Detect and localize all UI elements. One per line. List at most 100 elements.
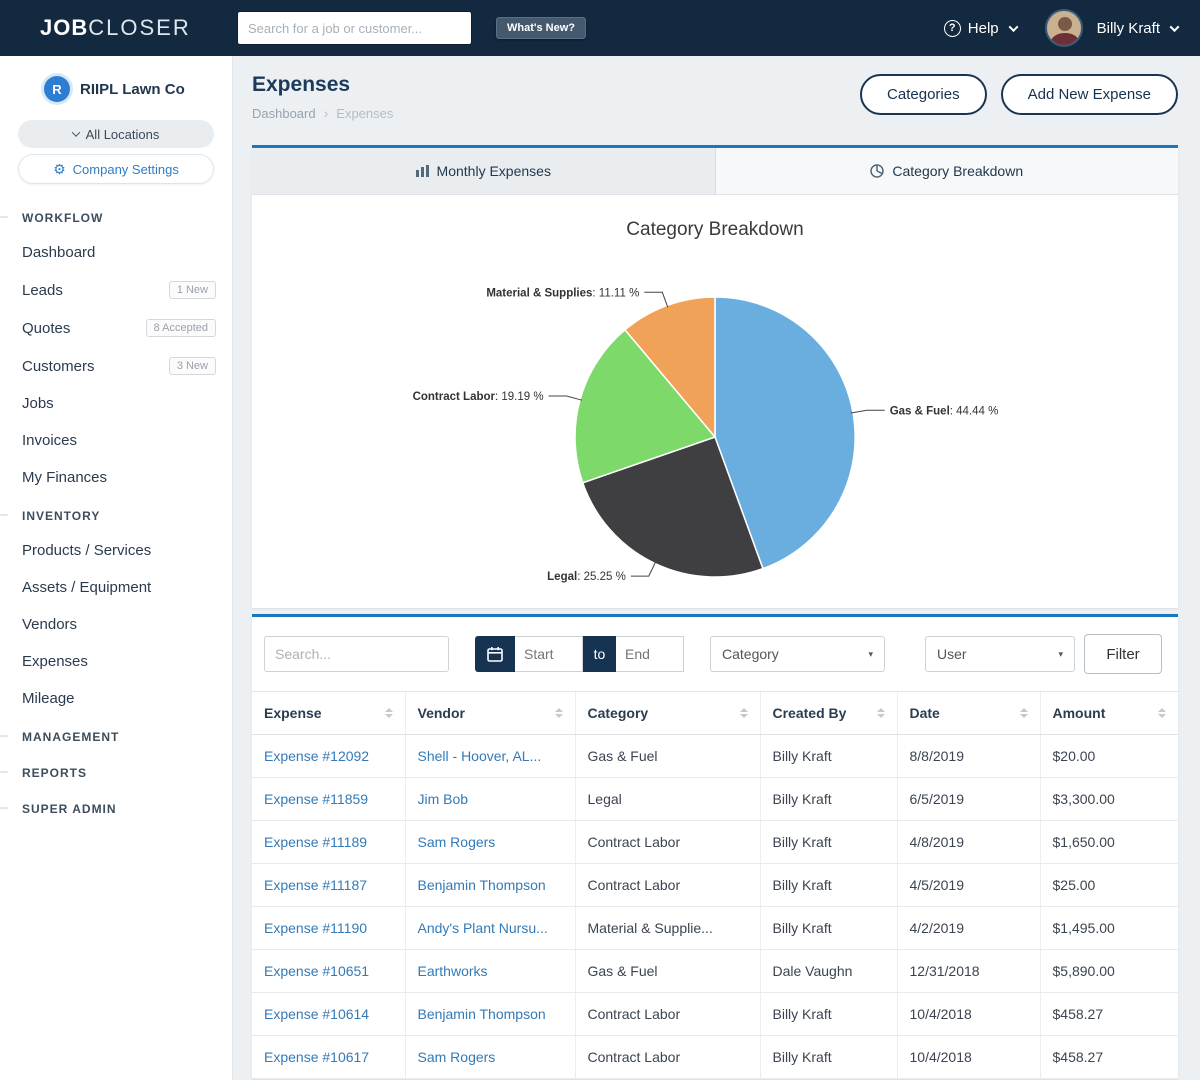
calendar-button[interactable] bbox=[475, 636, 515, 672]
expense-link[interactable]: Expense #11190 bbox=[264, 920, 367, 936]
tab-label: Category Breakdown bbox=[892, 163, 1023, 179]
sidebar-item-label: My Finances bbox=[22, 469, 107, 486]
cell-vendor: Benjamin Thompson bbox=[405, 993, 575, 1036]
expense-link[interactable]: Expense #12092 bbox=[264, 748, 369, 764]
cell-category: Material & Supplie... bbox=[575, 907, 760, 950]
pie-label-gas-fuel: Gas & Fuel: 44.44 % bbox=[890, 405, 999, 417]
expense-link[interactable]: Expense #10617 bbox=[264, 1049, 369, 1065]
column-header-date[interactable]: Date bbox=[897, 692, 1040, 735]
sidebar-item-dashboard[interactable]: Dashboard bbox=[0, 234, 232, 271]
vendor-link[interactable]: Earthworks bbox=[418, 963, 488, 979]
cell-expense: Expense #11190 bbox=[252, 907, 405, 950]
expense-link[interactable]: Expense #10614 bbox=[264, 1006, 369, 1022]
tab-monthly-expenses[interactable]: Monthly Expenses bbox=[252, 148, 716, 194]
cell-created_by: Dale Vaughn bbox=[760, 950, 897, 993]
user-name: Billy Kraft bbox=[1097, 20, 1160, 37]
cell-created_by: Billy Kraft bbox=[760, 778, 897, 821]
table-row: Expense #10651EarthworksGas & FuelDale V… bbox=[252, 950, 1178, 993]
start-date-input[interactable] bbox=[515, 636, 583, 672]
app-logo[interactable]: JOBCLOSER bbox=[40, 15, 191, 41]
cell-category: Contract Labor bbox=[575, 821, 760, 864]
cell-amount: $458.27 bbox=[1040, 1036, 1178, 1079]
column-header-amount[interactable]: Amount bbox=[1040, 692, 1178, 735]
vendor-link[interactable]: Sam Rogers bbox=[418, 1049, 496, 1065]
help-menu[interactable]: ? Help bbox=[944, 20, 1017, 37]
sidebar-item-badge: 3 New bbox=[169, 357, 216, 375]
cell-category: Contract Labor bbox=[575, 864, 760, 907]
locations-dropdown[interactable]: All Locations bbox=[18, 120, 214, 148]
vendor-link[interactable]: Sam Rogers bbox=[418, 834, 496, 850]
cell-date: 12/31/2018 bbox=[897, 950, 1040, 993]
tab-category-breakdown[interactable]: Category Breakdown bbox=[716, 148, 1179, 194]
vendor-link[interactable]: Andy's Plant Nursu... bbox=[418, 920, 548, 936]
cell-created_by: Billy Kraft bbox=[760, 993, 897, 1036]
sidebar-item-quotes[interactable]: Quotes8 Accepted bbox=[0, 309, 232, 347]
sidebar: R RIIPL Lawn Co All Locations ⚙ Company … bbox=[0, 56, 233, 1080]
vendor-link[interactable]: Benjamin Thompson bbox=[418, 1006, 546, 1022]
user-select[interactable]: User ▾ bbox=[925, 636, 1075, 672]
category-select[interactable]: Category ▾ bbox=[710, 636, 885, 672]
column-label: Date bbox=[910, 705, 940, 721]
category-select-value: Category bbox=[722, 646, 779, 662]
breadcrumb-dashboard[interactable]: Dashboard bbox=[252, 106, 316, 121]
company-avatar: R bbox=[44, 76, 70, 102]
sidebar-item-my-finances[interactable]: My Finances bbox=[0, 459, 232, 496]
column-header-category[interactable]: Category bbox=[575, 692, 760, 735]
sidebar-section-reports[interactable]: REPORTS bbox=[0, 753, 232, 789]
sidebar-item-expenses[interactable]: Expenses bbox=[0, 643, 232, 680]
sidebar-item-vendors[interactable]: Vendors bbox=[0, 606, 232, 643]
cell-amount: $1,495.00 bbox=[1040, 907, 1178, 950]
sidebar-item-leads[interactable]: Leads1 New bbox=[0, 271, 232, 309]
vendor-link[interactable]: Jim Bob bbox=[418, 791, 469, 807]
sidebar-item-label: Quotes bbox=[22, 320, 70, 337]
company-settings-button[interactable]: ⚙ Company Settings bbox=[18, 154, 214, 184]
sidebar-item-customers[interactable]: Customers3 New bbox=[0, 347, 232, 385]
pie-label-legal: Legal: 25.25 % bbox=[547, 571, 626, 583]
sort-icon bbox=[877, 708, 885, 718]
sort-icon bbox=[555, 708, 563, 718]
column-header-created-by[interactable]: Created By bbox=[760, 692, 897, 735]
expense-link[interactable]: Expense #10651 bbox=[264, 963, 369, 979]
sidebar-item-assets-equipment[interactable]: Assets / Equipment bbox=[0, 569, 232, 606]
categories-button[interactable]: Categories bbox=[860, 74, 987, 115]
cell-expense: Expense #10651 bbox=[252, 950, 405, 993]
cell-created_by: Billy Kraft bbox=[760, 907, 897, 950]
sidebar-item-label: Products / Services bbox=[22, 542, 151, 559]
user-menu[interactable]: Billy Kraft bbox=[1097, 20, 1178, 37]
vendor-link[interactable]: Shell - Hoover, AL... bbox=[418, 748, 542, 764]
help-icon: ? bbox=[944, 20, 961, 37]
sidebar-item-mileage[interactable]: Mileage bbox=[0, 680, 232, 717]
sidebar-item-label: Leads bbox=[22, 282, 63, 299]
cell-date: 10/4/2018 bbox=[897, 1036, 1040, 1079]
vendor-link[interactable]: Benjamin Thompson bbox=[418, 877, 546, 893]
locations-label: All Locations bbox=[86, 127, 160, 142]
sidebar-item-label: Invoices bbox=[22, 432, 77, 449]
sidebar-section-inventory[interactable]: INVENTORY bbox=[0, 496, 232, 532]
date-to-label: to bbox=[583, 636, 616, 672]
user-avatar[interactable] bbox=[1045, 9, 1083, 47]
page-header: Expenses Dashboard › Expenses Categories… bbox=[252, 56, 1178, 145]
column-label: Category bbox=[588, 705, 649, 721]
end-date-input[interactable] bbox=[616, 636, 684, 672]
sidebar-section-management[interactable]: MANAGEMENT bbox=[0, 717, 232, 753]
sidebar-section-workflow[interactable]: WORKFLOW bbox=[0, 198, 232, 234]
sidebar-section-super-admin[interactable]: SUPER ADMIN bbox=[0, 789, 232, 825]
add-new-expense-button[interactable]: Add New Expense bbox=[1001, 74, 1178, 115]
caret-down-icon: ▾ bbox=[1058, 649, 1063, 660]
column-header-expense[interactable]: Expense bbox=[252, 692, 405, 735]
expense-link[interactable]: Expense #11189 bbox=[264, 834, 367, 850]
column-header-vendor[interactable]: Vendor bbox=[405, 692, 575, 735]
cell-expense: Expense #12092 bbox=[252, 735, 405, 778]
chevron-down-icon bbox=[71, 128, 79, 136]
global-search-input[interactable] bbox=[237, 11, 472, 45]
expense-link[interactable]: Expense #11859 bbox=[264, 791, 368, 807]
sidebar-item-jobs[interactable]: Jobs bbox=[0, 385, 232, 422]
expense-link[interactable]: Expense #11187 bbox=[264, 877, 367, 893]
expenses-table-card: to Category ▾ User ▾ Filter ExpenseVendo… bbox=[252, 614, 1178, 1079]
sidebar-item-products-services[interactable]: Products / Services bbox=[0, 532, 232, 569]
table-search-input[interactable] bbox=[264, 636, 449, 672]
sidebar-item-invoices[interactable]: Invoices bbox=[0, 422, 232, 459]
filter-button[interactable]: Filter bbox=[1084, 634, 1162, 674]
whats-new-button[interactable]: What's New? bbox=[496, 17, 586, 39]
cell-amount: $25.00 bbox=[1040, 864, 1178, 907]
